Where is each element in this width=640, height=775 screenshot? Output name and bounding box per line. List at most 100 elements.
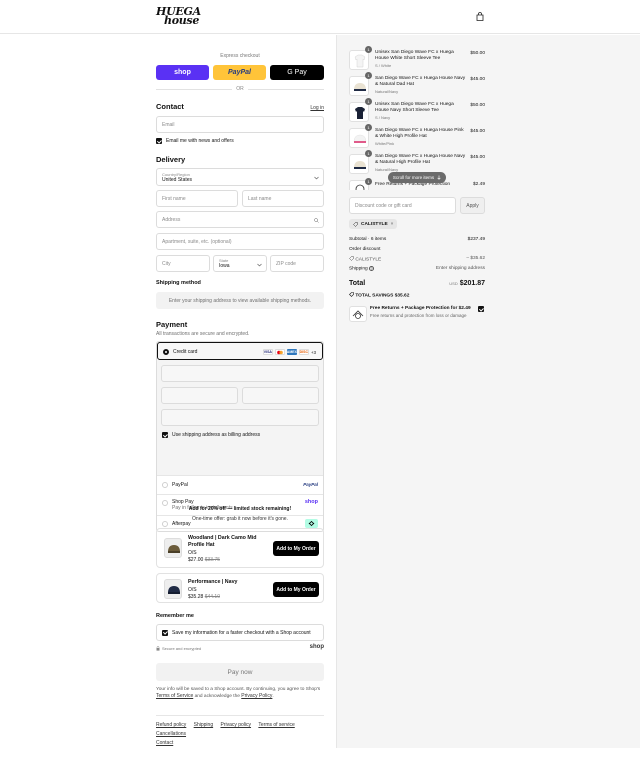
country-value: United States — [162, 176, 193, 183]
total-value: $201.87 — [459, 280, 485, 287]
item-price: $45.00 — [470, 155, 485, 160]
shop-pay-button[interactable]: shop — [156, 65, 209, 80]
store-logo[interactable]: HUEGA house — [156, 6, 201, 26]
country-select[interactable]: Country/Region United States — [156, 168, 324, 186]
apartment-field[interactable]: Apartment, suite, etc. (optional) — [156, 233, 324, 250]
city-field[interactable]: City — [156, 255, 210, 272]
expiry-field[interactable] — [161, 387, 238, 404]
cancellations-link[interactable]: Cancellations — [156, 731, 186, 737]
credit-card-option[interactable]: Credit card VISA AMEX DISC +3 — [157, 342, 323, 360]
secure-text: Secure and encrypted — [162, 646, 202, 651]
remember-title: Remember me — [156, 613, 194, 619]
item-price: $50.00 — [470, 103, 485, 108]
subtotal-value: $237.49 — [467, 237, 485, 242]
news-checkbox[interactable] — [156, 138, 162, 144]
privacy-link[interactable]: Privacy Policy — [241, 693, 272, 699]
shop-logo: shop — [309, 644, 324, 650]
add-to-order-button[interactable]: Add to My Order — [273, 582, 319, 597]
discount-tag-code: CALISTYLE — [361, 221, 388, 227]
remove-discount-icon[interactable]: × — [391, 222, 394, 227]
savings-label: TOTAL SAVINGS — [355, 293, 394, 299]
white-tee-thumbnail — [349, 50, 369, 70]
save-info-checkbox[interactable] — [162, 629, 168, 636]
upsell-headline: Add for 20% off — limited stock remainin… — [188, 506, 292, 512]
state-value: Iowa — [219, 263, 230, 269]
quantity-badge: 1 — [365, 124, 372, 131]
header: HUEGA house — [0, 0, 640, 34]
paypal-radio[interactable] — [162, 482, 168, 488]
legal-text: Your info will be saved to a Shop accoun… — [156, 686, 324, 700]
footer-links: Refund policy Shipping Privacy policy Te… — [156, 721, 324, 748]
item-variant: White/Pink — [375, 141, 395, 146]
arrow-down-icon — [437, 175, 441, 180]
news-checkbox-row[interactable]: Email me with news and offers — [156, 138, 234, 144]
total-label: Total — [349, 280, 366, 287]
credit-card-label: Credit card — [173, 349, 198, 355]
credit-card-radio[interactable] — [163, 349, 169, 355]
first-name-field[interactable]: First name — [156, 190, 238, 207]
shopping-bag-icon[interactable] — [476, 12, 484, 21]
shipping-row: Shipping ? Enter shipping address — [349, 266, 485, 272]
savings-value: $35.62 — [394, 293, 410, 299]
card-fields-area: Use shipping address as billing address — [157, 360, 323, 475]
secure-row: Secure and encrypted — [156, 646, 201, 651]
protection-icon — [349, 306, 367, 322]
paypal-button[interactable]: PayPal — [213, 65, 266, 80]
zip-field[interactable]: ZIP code — [270, 255, 324, 272]
login-link[interactable]: Log in — [310, 105, 324, 111]
shop-logo: shop — [304, 499, 318, 505]
item-title: San Diego Wave FC x Huega House Navy & N… — [375, 76, 466, 87]
refund-policy-link[interactable]: Refund policy — [156, 722, 186, 728]
card-number-field[interactable] — [161, 365, 319, 382]
scroll-hint-text: Scroll for more items — [392, 175, 435, 180]
item-variant: Natural/Navy — [375, 89, 399, 94]
save-info-label: Save my information for a faster checkou… — [172, 629, 311, 636]
payment-methods: Credit card VISA AMEX DISC +3 Use shippi… — [156, 341, 324, 532]
item-name: Unisex San Diego Wave FC x Huega House N… — [375, 102, 467, 121]
item-price: $50.00 — [470, 51, 485, 56]
state-select[interactable]: State Iowa — [213, 255, 267, 272]
currency-code: USD — [449, 281, 458, 286]
pay-now-button[interactable]: Pay now — [156, 663, 324, 681]
item-variant: S / White — [375, 63, 392, 68]
item-price: $2.49 — [472, 182, 485, 187]
protection-title: Free Returns + Package Protection for $2… — [370, 306, 471, 311]
upsell-item: Performance | Navy O/S $35.28 $44.10 Add… — [156, 573, 324, 603]
address-placeholder: Address — [162, 216, 181, 223]
upsell-item-variant: O/S — [188, 587, 197, 593]
address-field[interactable]: Address — [156, 211, 324, 228]
upsell-item: Woodland | Dark Camo Mid Profile Hat O/S… — [156, 528, 324, 568]
terms-of-service-link[interactable]: Terms of service — [258, 722, 294, 728]
billing-checkbox[interactable] — [162, 432, 168, 438]
add-to-order-button[interactable]: Add to My Order — [273, 541, 319, 556]
protection-checkbox[interactable] — [478, 306, 484, 312]
apply-button[interactable]: Apply — [460, 197, 485, 214]
discount-code-field[interactable]: Discount code or gift card — [349, 197, 456, 214]
shipping-link[interactable]: Shipping — [194, 722, 213, 728]
quantity-badge: 1 — [365, 98, 372, 105]
name-on-card-field[interactable] — [161, 409, 319, 426]
info-icon[interactable]: ? — [369, 266, 375, 271]
billing-checkbox-row[interactable]: Use shipping address as billing address — [162, 432, 260, 438]
terms-link[interactable]: Terms of Service — [156, 693, 193, 699]
order-item: 1 Unisex San Diego Wave FC x Huega House… — [349, 98, 485, 124]
upsell-item-name: Performance | Navy — [188, 579, 238, 585]
item-name: San Diego Wave FC x Huega House Pink & W… — [375, 128, 467, 147]
discount-value: – $35.62 — [466, 256, 485, 261]
order-item: 1 Unisex San Diego Wave FC x Huega House… — [349, 46, 485, 72]
email-field[interactable]: Email — [156, 116, 324, 133]
contact-link[interactable]: Contact — [156, 740, 173, 746]
item-title: Unisex San Diego Wave FC x Huega House N… — [375, 102, 454, 113]
last-name-field[interactable]: Last name — [242, 190, 324, 207]
scroll-more-pill[interactable]: Scroll for more items — [388, 172, 446, 183]
item-title: Unisex San Diego Wave FC x Huega House W… — [375, 50, 454, 61]
order-item: 1 San Diego Wave FC x Huega House Navy &… — [349, 72, 485, 98]
item-name: Unisex San Diego Wave FC x Huega House W… — [375, 50, 467, 69]
google-pay-button[interactable]: G Pay — [270, 65, 324, 80]
save-info-row[interactable]: Save my information for a faster checkou… — [156, 624, 324, 641]
tag-icon — [353, 221, 358, 227]
paypal-option[interactable]: PayPal PayPal — [157, 475, 323, 494]
security-code-field[interactable] — [242, 387, 319, 404]
protection-subtext: Free returns and protection from loss or… — [370, 313, 467, 318]
privacy-policy-link[interactable]: Privacy policy — [220, 722, 251, 728]
